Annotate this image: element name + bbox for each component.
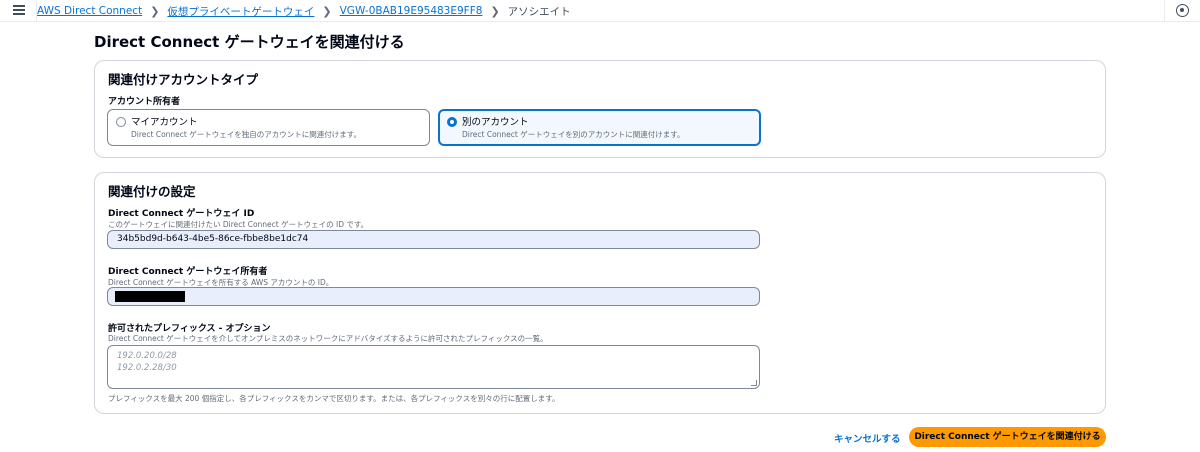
- hamburger-icon[interactable]: [13, 5, 25, 15]
- option-my-account[interactable]: マイアカウント Direct Connect ゲートウェイを独自のアカウントに関…: [107, 109, 430, 146]
- breadcrumb-current: アソシエイト: [507, 5, 571, 18]
- breadcrumb-virtual-private-gateways[interactable]: 仮想プライベートゲートウェイ: [167, 4, 314, 19]
- association-settings-panel: 関連付けの設定 Direct Connect ゲートウェイ ID このゲートウェ…: [94, 172, 1106, 414]
- prefixes-placeholder-line: 192.0.20.0/28: [117, 351, 177, 361]
- chevron-right-icon: ❯: [322, 4, 332, 18]
- option-other-account-label: 別のアカウント: [462, 117, 529, 128]
- nav-divider-right: [1164, 0, 1165, 22]
- account-type-heading: 関連付けアカウントタイプ: [108, 72, 259, 87]
- option-my-account-desc: Direct Connect ゲートウェイを独自のアカウントに関連付けます。: [131, 130, 361, 139]
- gateway-id-label: Direct Connect ゲートウェイ ID: [108, 209, 255, 219]
- prefixes-placeholder-line: 192.0.2.28/30: [117, 363, 177, 373]
- associate-gateway-button[interactable]: Direct Connect ゲートウェイを関連付ける: [909, 427, 1106, 447]
- prefixes-textarea[interactable]: 192.0.20.0/28 192.0.2.28/30: [107, 345, 760, 389]
- breadcrumb: AWS Direct Connect ❯ 仮想プライベートゲートウェイ ❯ VG…: [37, 0, 571, 22]
- prefixes-hint: プレフィックスを最大 200 個指定し、各プレフィックスをカンマで区切ります。ま…: [108, 394, 560, 403]
- account-type-panel: 関連付けアカウントタイプ アカウント所有者 マイアカウント Direct Con…: [94, 60, 1106, 158]
- radio-other-account[interactable]: [447, 117, 457, 127]
- info-icon[interactable]: [1176, 4, 1189, 17]
- chevron-right-icon: ❯: [150, 4, 160, 18]
- cancel-button[interactable]: キャンセルする: [834, 431, 901, 445]
- gateway-id-desc: このゲートウェイに関連付けたい Direct Connect ゲートウェイの I…: [108, 220, 369, 229]
- resize-handle-icon[interactable]: [751, 380, 757, 386]
- prefixes-desc: Direct Connect ゲートウェイを介してオンプレミスのネットワークにア…: [108, 334, 548, 343]
- top-navigation-bar: AWS Direct Connect ❯ 仮想プライベートゲートウェイ ❯ VG…: [0, 0, 1200, 22]
- breadcrumb-direct-connect[interactable]: AWS Direct Connect: [37, 5, 142, 17]
- page-title: Direct Connect ゲートウェイを関連付ける: [94, 33, 405, 51]
- option-my-account-label: マイアカウント: [131, 117, 198, 128]
- gateway-owner-label: Direct Connect ゲートウェイ所有者: [108, 267, 268, 277]
- radio-my-account[interactable]: [116, 117, 126, 127]
- account-owner-label: アカウント所有者: [108, 97, 181, 107]
- chevron-right-icon: ❯: [490, 4, 500, 18]
- gateway-owner-input[interactable]: [107, 287, 760, 306]
- association-settings-heading: 関連付けの設定: [108, 184, 196, 199]
- redacted-account-id: [115, 291, 185, 302]
- gateway-id-input[interactable]: 34b5bd9d-b643-4be5-86ce-fbbe8be1dc74: [107, 230, 760, 249]
- option-other-account-desc: Direct Connect ゲートウェイを別のアカウントに関連付けます。: [462, 130, 685, 139]
- option-other-account[interactable]: 別のアカウント Direct Connect ゲートウェイを別のアカウントに関連…: [438, 109, 761, 146]
- breadcrumb-vgw-id[interactable]: VGW-0BAB19E95483E9FF8: [340, 5, 483, 17]
